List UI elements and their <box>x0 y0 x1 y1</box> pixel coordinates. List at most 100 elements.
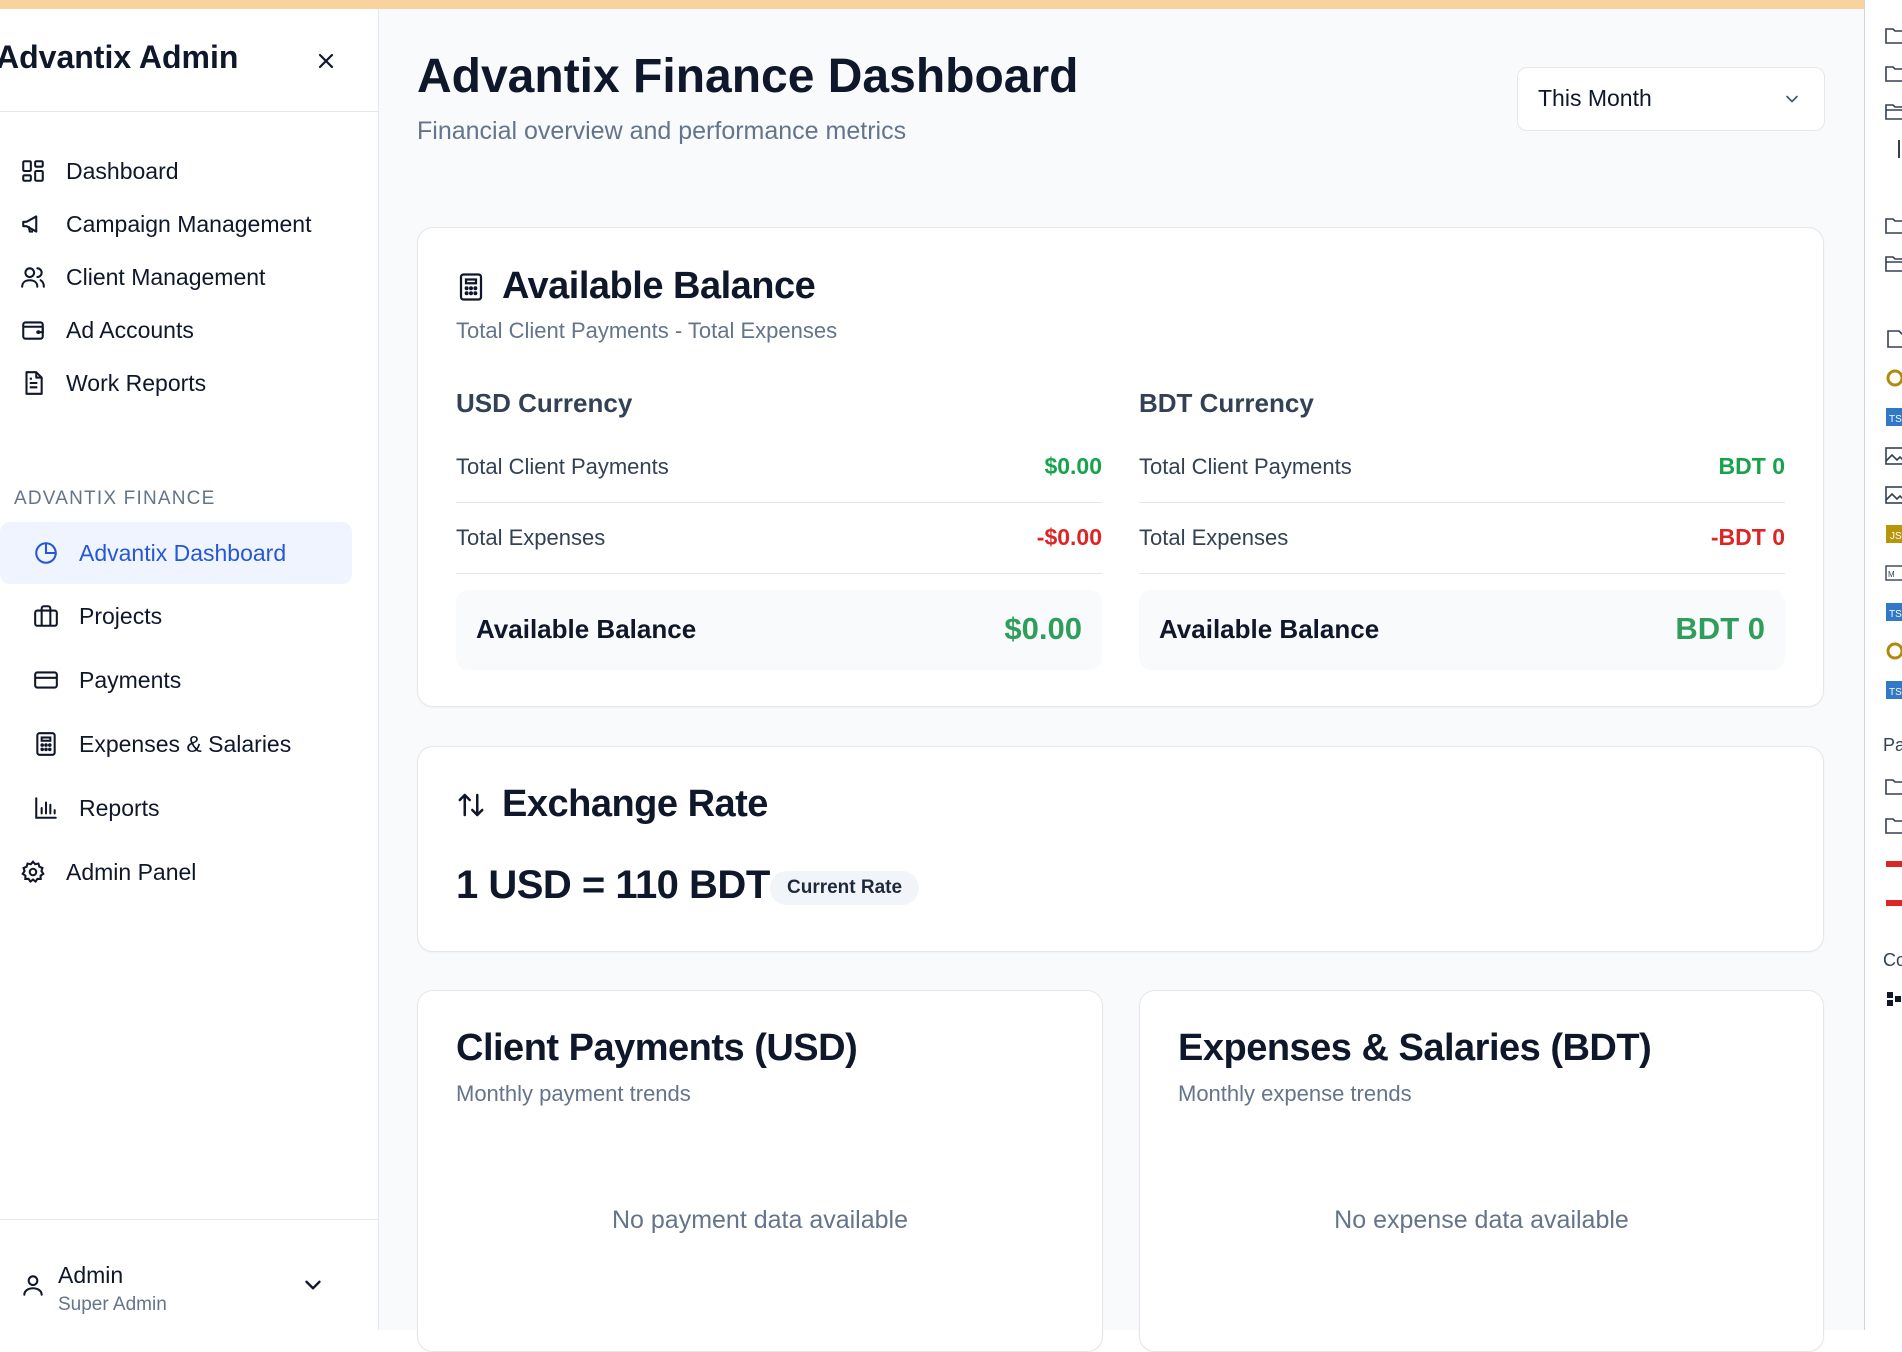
sidebar-item-label: Dashboard <box>66 157 179 184</box>
row-label: Total Expenses <box>456 525 606 550</box>
page-title: Advantix Finance Dashboard <box>417 50 1079 103</box>
usd-payments-row: Total Client Payments $0.00 <box>456 432 1102 503</box>
users-icon <box>20 264 46 290</box>
explorer-section-label: Co <box>1883 950 1902 970</box>
row-label: Total Expenses <box>1139 525 1289 550</box>
image-file-icon[interactable] <box>1885 486 1902 504</box>
window-top-bar <box>0 0 1864 9</box>
folder-icon[interactable] <box>1885 216 1902 234</box>
pdf-file-icon[interactable] <box>1885 894 1902 912</box>
period-select[interactable]: This Month <box>1517 67 1825 131</box>
sidebar-item-label: Campaign Management <box>66 210 312 237</box>
balance-value: $0.00 <box>1004 611 1082 646</box>
folder-open-icon[interactable] <box>1885 102 1902 120</box>
chevron-down-icon[interactable] <box>300 1272 326 1298</box>
settings-file-icon[interactable] <box>1885 369 1902 387</box>
folder-icon[interactable] <box>1885 26 1902 44</box>
currency-title: USD Currency <box>456 388 633 418</box>
sidebar-item-label: Projects <box>79 602 163 629</box>
grid-icon <box>20 158 46 184</box>
gear-icon <box>20 859 46 885</box>
ts-file-icon[interactable]: TS <box>1885 408 1902 426</box>
megaphone-icon <box>20 211 46 237</box>
user-role: Super Admin <box>58 1294 167 1315</box>
sidebar: Advantix Admin Dashboard Campaign Manage… <box>0 9 379 1330</box>
sidebar-item-label: Client Management <box>66 263 266 290</box>
sidebar-item-expenses-salaries[interactable]: Expenses & Salaries <box>0 713 352 775</box>
folder-icon[interactable] <box>1885 777 1902 795</box>
current-rate-badge: Current Rate <box>770 871 920 905</box>
sidebar-item-advantix-dashboard[interactable]: Advantix Dashboard <box>0 522 352 584</box>
svg-text:TS: TS <box>1889 687 1902 698</box>
folder-icon[interactable] <box>1885 816 1902 834</box>
usd-available-balance: Available Balance $0.00 <box>456 590 1102 670</box>
currency-title: BDT Currency <box>1139 388 1314 418</box>
card-title: Expenses & Salaries (BDT) <box>1178 1027 1652 1069</box>
user-menu[interactable]: Admin Super Admin <box>0 1219 378 1331</box>
bdt-available-balance: Available Balance BDT 0 <box>1139 590 1785 670</box>
folder-icon[interactable] <box>1885 254 1902 272</box>
user-name: Admin <box>58 1262 124 1288</box>
credit-card-icon <box>33 667 59 693</box>
sidebar-item-reports[interactable]: Reports <box>0 777 352 839</box>
md-file-icon[interactable]: M <box>1885 564 1902 582</box>
settings-file-icon[interactable] <box>1885 642 1902 660</box>
balance-label: Available Balance <box>476 614 697 644</box>
card-title: Available Balance <box>502 265 816 307</box>
brand-title: Advantix Admin <box>0 39 239 75</box>
svg-text:M: M <box>1888 570 1895 579</box>
exchange-rate-card: Exchange Rate 1 USD = 110 BDT Current Ra… <box>417 746 1824 952</box>
file-icon[interactable] <box>1885 330 1902 348</box>
sidebar-item-label: Ad Accounts <box>66 316 194 343</box>
bar-chart-icon <box>33 795 59 821</box>
sidebar-item-payments[interactable]: Payments <box>0 649 352 711</box>
card-header: Expenses & Salaries (BDT) <box>1178 1027 1652 1070</box>
card-title: Exchange Rate <box>502 783 768 825</box>
chevron-down-icon <box>1782 89 1802 109</box>
empty-state-message: No payment data available <box>611 1206 909 1234</box>
sidebar-item-label: Expenses & Salaries <box>79 730 292 757</box>
main-content: Advantix Finance Dashboard Financial ove… <box>379 9 1864 1352</box>
available-balance-card: Available Balance Total Client Payments … <box>417 227 1824 707</box>
qr-icon[interactable] <box>1885 990 1902 1008</box>
bdt-payments-row: Total Client Payments BDT 0 <box>1139 432 1785 503</box>
explorer-section-label: Pa <box>1883 735 1902 755</box>
image-file-icon[interactable] <box>1885 447 1902 465</box>
page-subtitle: Financial overview and performance metri… <box>417 117 907 145</box>
exchange-rate-value: 1 USD = 110 BDT <box>456 863 770 907</box>
pie-chart-icon <box>33 540 59 566</box>
card-subtitle: Total Client Payments - Total Expenses <box>456 318 838 343</box>
row-label: Total Client Payments <box>1139 454 1352 479</box>
folder-icon[interactable] <box>1885 64 1902 82</box>
row-value: -$0.00 <box>1036 524 1102 550</box>
calculator-icon <box>33 731 59 757</box>
user-icon <box>20 1272 46 1298</box>
briefcase-icon <box>33 603 59 629</box>
svg-text:TS: TS <box>1889 414 1902 425</box>
bdt-expenses-row: Total Expenses -BDT 0 <box>1139 503 1785 574</box>
ts-file-icon[interactable]: TS <box>1885 681 1902 699</box>
wallet-icon <box>20 317 46 343</box>
sidebar-item-label: Advantix Dashboard <box>79 539 287 566</box>
card-header: Client Payments (USD) <box>456 1027 858 1070</box>
js-file-icon[interactable]: JS <box>1885 525 1902 543</box>
card-header: Exchange Rate <box>456 783 768 826</box>
ts-file-icon[interactable]: TS <box>1885 603 1902 621</box>
pdf-file-icon[interactable] <box>1885 855 1902 873</box>
card-subtitle: Monthly expense trends <box>1178 1081 1412 1106</box>
usd-expenses-row: Total Expenses -$0.00 <box>456 503 1102 574</box>
sidebar-item-admin-panel[interactable]: Admin Panel <box>0 841 352 903</box>
file-explorer-strip: TS JS M TS TS Pa Co <box>1864 0 1902 1330</box>
sidebar-item-label: Payments <box>79 666 182 693</box>
section-title-finance: ADVANTIX FINANCE <box>14 488 216 509</box>
tree-guide-line <box>1897 140 1901 158</box>
close-icon[interactable] <box>314 49 338 73</box>
client-payments-chart-card: Client Payments (USD) Monthly payment tr… <box>417 990 1103 1352</box>
row-value: -BDT 0 <box>1710 524 1785 550</box>
arrow-up-down-icon <box>456 790 486 820</box>
sidebar-item-work-reports[interactable]: Work Reports <box>0 352 352 414</box>
sidebar-item-label: Reports <box>79 794 160 821</box>
card-subtitle: Monthly payment trends <box>456 1081 691 1106</box>
sidebar-item-projects[interactable]: Projects <box>0 585 352 647</box>
row-value: $0.00 <box>1044 453 1102 479</box>
